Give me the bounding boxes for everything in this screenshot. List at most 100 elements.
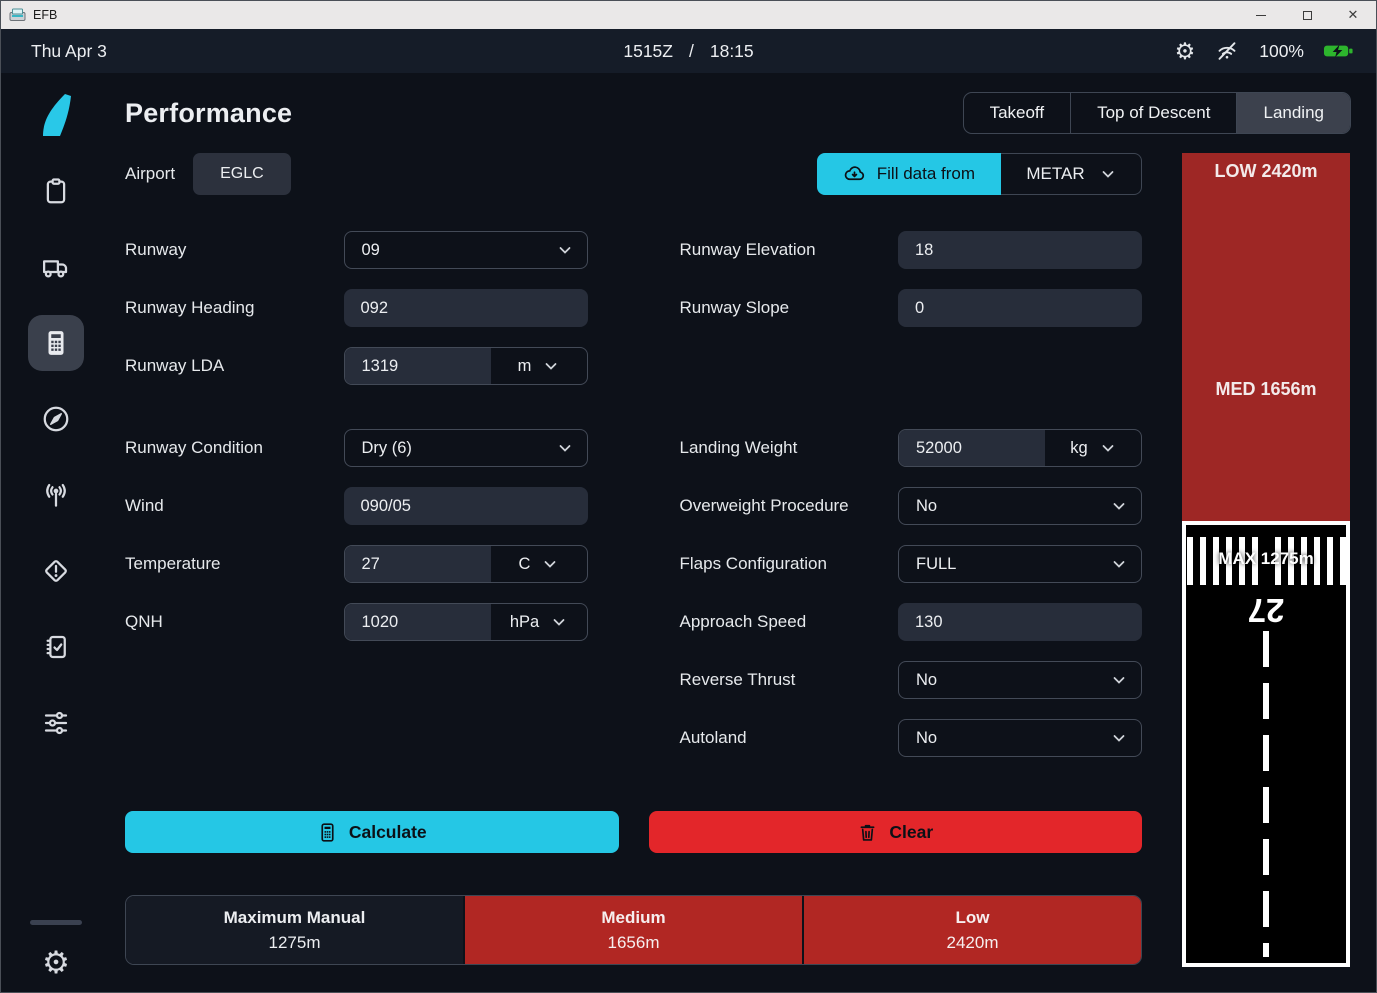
- chevron-down-icon: [542, 556, 558, 572]
- field-runway: Runway 09: [125, 231, 588, 269]
- field-value: 0: [915, 299, 924, 318]
- local-time: 18:15: [710, 41, 754, 62]
- sidebar-item-preferences[interactable]: [28, 695, 84, 751]
- sidebar-item-checklist[interactable]: [28, 619, 84, 675]
- qnh-unit-select[interactable]: hPa: [491, 604, 587, 640]
- battery-charging-icon: [1323, 43, 1354, 59]
- chevron-down-icon: [1111, 498, 1127, 514]
- tab-top-of-descent[interactable]: Top of Descent: [1070, 93, 1236, 133]
- efb-window: EFB ✕ Thu Apr 3 1515Z / 18:15 ⚙ 100%: [0, 0, 1377, 993]
- clear-label: Clear: [889, 822, 933, 843]
- cloud-download-icon: [843, 163, 866, 186]
- temperature-unit-select[interactable]: C: [491, 546, 587, 582]
- runway-condition-select[interactable]: Dry (6): [344, 429, 588, 467]
- airline-logo: [28, 87, 84, 143]
- fill-data-button[interactable]: Fill data from: [817, 153, 1001, 195]
- field-landing-weight: Landing Weight 52000 kg: [680, 429, 1143, 467]
- field-flaps-configuration: Flaps Configuration FULL: [680, 545, 1143, 583]
- chevron-down-icon: [1111, 556, 1127, 572]
- field-value: FULL: [916, 555, 956, 574]
- result-value: 1656m: [608, 933, 660, 953]
- clock: 1515Z / 18:15: [623, 41, 753, 62]
- maximize-button[interactable]: [1284, 1, 1330, 29]
- battery-percent: 100%: [1259, 41, 1304, 62]
- performance-tabs: Takeoff Top of Descent Landing: [963, 92, 1351, 134]
- runway-elevation-input[interactable]: 18: [898, 231, 1142, 269]
- efb-app-icon: [9, 8, 26, 22]
- antenna-icon: [41, 480, 71, 510]
- minimize-button[interactable]: [1238, 1, 1284, 29]
- med-distance-label: MED 1656m: [1182, 379, 1350, 400]
- calculate-button[interactable]: Calculate: [125, 811, 619, 853]
- qnh-input[interactable]: 1020: [345, 604, 491, 640]
- temperature-input[interactable]: 27: [345, 546, 491, 582]
- field-label: Runway Elevation: [680, 240, 899, 260]
- runway-lda-input[interactable]: 1319: [345, 348, 491, 384]
- sidebar-item-navigation[interactable]: [28, 391, 84, 447]
- sidebar-item-performance-calculator[interactable]: [28, 315, 84, 371]
- result-name: Maximum Manual: [224, 908, 366, 928]
- field-value: 18: [915, 241, 933, 260]
- airport-label: Airport: [125, 164, 175, 184]
- result-medium: Medium 1656m: [463, 896, 802, 964]
- gear-icon[interactable]: ⚙: [1175, 40, 1196, 63]
- chevron-down-icon: [1111, 730, 1127, 746]
- tab-takeoff[interactable]: Takeoff: [964, 93, 1071, 133]
- landing-form: Airport EGLC Fill data from: [111, 153, 1182, 992]
- approach-speed-input[interactable]: 130: [898, 603, 1142, 641]
- wifi-off-icon: [1214, 39, 1240, 63]
- field-label: Wind: [125, 496, 344, 516]
- fill-source-select[interactable]: METAR: [1001, 153, 1142, 195]
- calculator-icon: [317, 822, 338, 843]
- unit-value: C: [519, 555, 531, 574]
- close-button[interactable]: ✕: [1330, 1, 1376, 29]
- checklist-notebook-icon: [41, 632, 71, 662]
- chevron-down-icon: [557, 242, 573, 258]
- sidebar-item-ground-ops[interactable]: [28, 239, 84, 295]
- sidebar-divider: [30, 920, 82, 925]
- unit-value: m: [518, 357, 532, 376]
- hazard-diamond-icon: [41, 556, 71, 586]
- reverse-thrust-select[interactable]: No: [898, 661, 1142, 699]
- runway-lda-unit-select[interactable]: m: [491, 348, 587, 384]
- sidebar-item-comms[interactable]: [28, 467, 84, 523]
- sidebar-item-hazards[interactable]: [28, 543, 84, 599]
- unit-value: kg: [1070, 439, 1087, 458]
- overrun-overlay: LOW 2420m MED 1656m: [1182, 153, 1350, 521]
- result-name: Low: [956, 908, 990, 928]
- field-value: No: [916, 729, 937, 748]
- unit-value: hPa: [510, 613, 539, 632]
- landing-weight-unit-select[interactable]: kg: [1045, 430, 1141, 466]
- compass-icon: [41, 404, 71, 434]
- field-wind: Wind 090/05: [125, 487, 588, 525]
- field-value: 09: [362, 241, 380, 260]
- sidebar-item-clipboard[interactable]: [28, 163, 84, 219]
- wind-input[interactable]: 090/05: [344, 487, 588, 525]
- chevron-down-icon: [1100, 440, 1116, 456]
- overweight-procedure-select[interactable]: No: [898, 487, 1142, 525]
- airport-code-button[interactable]: EGLC: [193, 153, 291, 195]
- field-label: Runway Slope: [680, 298, 899, 318]
- truck-icon: [41, 252, 71, 282]
- runway-heading-input[interactable]: 092: [344, 289, 588, 327]
- sidebar: ⚙: [1, 73, 111, 992]
- autoland-select[interactable]: No: [898, 719, 1142, 757]
- field-runway-slope: Runway Slope 0: [680, 289, 1143, 327]
- runway-slope-input[interactable]: 0: [898, 289, 1142, 327]
- landing-distance-results: Maximum Manual 1275m Medium 1656m Low 24…: [125, 895, 1142, 965]
- date-label: Thu Apr 3: [1, 41, 107, 62]
- result-low: Low 2420m: [802, 896, 1141, 964]
- fill-source-value: METAR: [1026, 164, 1084, 184]
- sidebar-item-settings[interactable]: ⚙: [42, 947, 70, 978]
- field-label: Runway Heading: [125, 298, 344, 318]
- field-value: 1319: [362, 357, 399, 376]
- flaps-configuration-select[interactable]: FULL: [898, 545, 1142, 583]
- clear-button[interactable]: Clear: [649, 811, 1143, 853]
- field-overweight-procedure: Overweight Procedure No: [680, 487, 1143, 525]
- low-distance-label: LOW 2420m: [1182, 161, 1350, 182]
- runway-select[interactable]: 09: [344, 231, 588, 269]
- landing-weight-input[interactable]: 52000: [899, 430, 1045, 466]
- field-value: Dry (6): [362, 439, 412, 458]
- tab-landing[interactable]: Landing: [1236, 93, 1350, 133]
- chevron-down-icon: [1111, 672, 1127, 688]
